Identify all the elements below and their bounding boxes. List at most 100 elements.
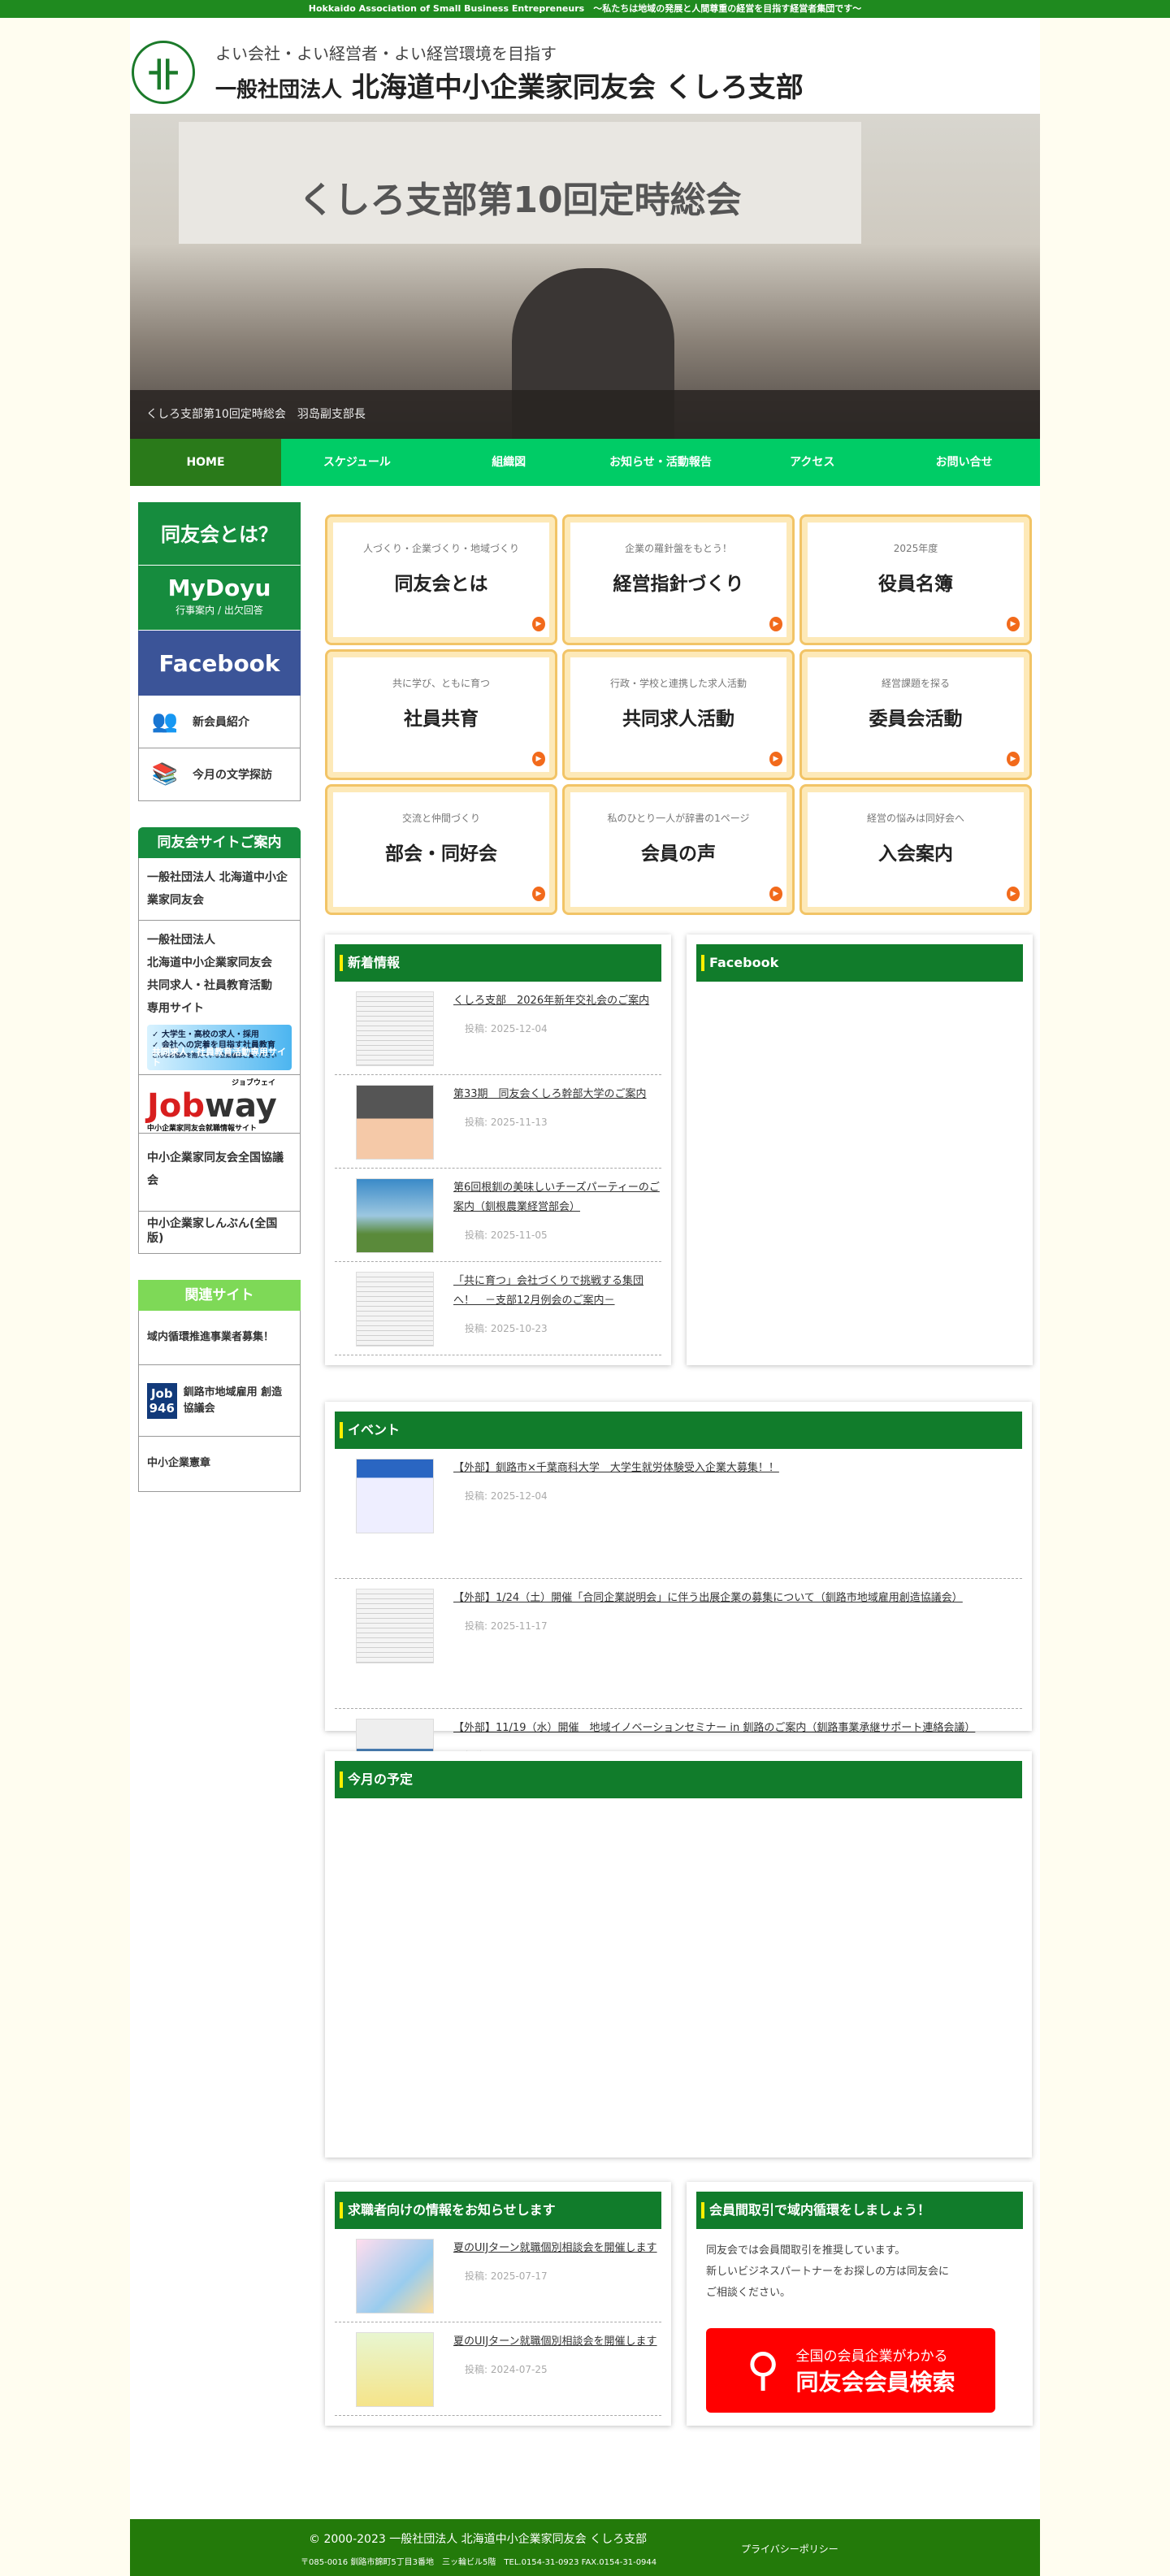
nav-news[interactable]: お知らせ・活動報告 (585, 439, 737, 486)
top-tagline-bar: Hokkaido Association of Small Business E… (0, 0, 1170, 18)
nav-home[interactable]: HOME (130, 439, 281, 486)
card-title: 入会案内 (878, 843, 953, 865)
footer-copyright: © 2000-2023 一般社団法人 北海道中小企業家同友会 くしろ支部 (309, 2533, 648, 2546)
list-item: くしろ支部 2026年新年交礼会のご案内投稿: 2025-12-04 (335, 982, 661, 1075)
hero-caption: くしろ支部第10回定時総会 羽岛副支部長 (130, 390, 1040, 439)
card-title: 役員名簿 (878, 574, 953, 595)
post-link[interactable]: 【外部】釧路市×千葉商科大学 大学生就労体験受入企業大募集！！ (453, 1462, 779, 1474)
feature-card[interactable]: 企業の羅針盤をもとう！ 経営指針づくり ▶ (562, 514, 795, 645)
banner-title: 共同求人・社員教育活動専用サイト (152, 1047, 286, 1068)
feature-card[interactable]: 共に学び、ともに育つ 社員共育 ▶ (325, 649, 557, 780)
site-title[interactable]: 一般社団法人 北海道中小企業家同友会 くしろ支部 (215, 65, 804, 105)
sidebar-about-button[interactable]: 同友会とは？ (138, 502, 301, 566)
feature-card[interactable]: 2025年度 役員名簿 ▶ (800, 514, 1032, 645)
list-item: 第6回根釧の美味しいチーズパーティーのご案内（釧根農業経営部会） 投稿: 2025… (335, 1169, 661, 1262)
post-link[interactable]: 夏のUIJターン就職個別相談会を開催します (453, 2242, 657, 2254)
list-item: 【外部】釧路市×千葉商科大学 大学生就労体験受入企業大募集！！ 投稿: 2025-… (335, 1449, 1022, 1579)
related-link-job946[interactable]: Job 946 釧路市地域雇用 創造協議会 (138, 1365, 301, 1437)
hero-banner-text: くしろ支部第10回定時総会 (179, 122, 861, 244)
list-item: 夏のUIJターン就職個別相談会を開催します 投稿: 2024-07-25 (335, 2322, 661, 2416)
post-link[interactable]: 第6回根釧の美味しいチーズパーティーのご案内（釧根農業経営部会） (453, 1182, 660, 1213)
list-item: 【外部】1/24（土）開催「合同企業説明会」に伴う出展企業の募集について（釧路市… (335, 1579, 1022, 1709)
post-thumbnail[interactable] (356, 1589, 434, 1663)
site-header: 卝 よい会社・よい経営者・よい経営環境を目指す 一般社団法人 北海道中小企業家同… (130, 18, 1040, 114)
hero-slider[interactable]: くしろ支部第10回定時総会 くしろ支部第10回定時総会 羽岛副支部長 (130, 114, 1040, 439)
sidebar-literature[interactable]: 📚 今月の文学探訪 (138, 748, 301, 801)
post-link[interactable]: 第33期 同友会くしろ幹部大学のご案内 (453, 1088, 647, 1100)
member-search-label: 同友会会員検索 (795, 2368, 956, 2396)
card-title: 部会・同好会 (385, 843, 497, 865)
feature-card[interactable]: 経営の悩みは同好会へ 入会案内 ▶ (800, 784, 1032, 915)
facebook-panel: Facebook (687, 935, 1033, 1365)
nav-schedule[interactable]: スケジュール (281, 439, 433, 486)
list-item: 第33期 同友会くしろ幹部大学のご案内 投稿: 2025-11-13 (335, 1075, 661, 1169)
card-subtitle: 経営の悩みは同好会へ (866, 813, 964, 824)
post-link[interactable]: 【外部】11/19（水）開催 地域イノベーションセミナー in 釧路のご案内（釧… (453, 1722, 975, 1734)
arrow-right-icon: ▶ (532, 887, 545, 901)
site-link-newspaper[interactable]: 中小企業家しんぶん(全国版) (138, 1212, 301, 1254)
arrow-right-icon: ▶ (1007, 617, 1020, 631)
trade-text: 同友会では会員間取引を推奨しています。 (706, 2244, 906, 2257)
site-link-hokkaido[interactable]: 一般社団法人 北海道中小企業家同友会 (138, 858, 301, 921)
site-link-national[interactable]: 中小企業家同友会全国協議会 (138, 1134, 301, 1212)
new-members-label: 新会員紹介 (193, 716, 249, 729)
jobway-logo: ジョブウェイ Jobway 中小企業家同友会就職情報サイト (147, 1078, 292, 1134)
sidebar-facebook-button[interactable]: Facebook (138, 631, 301, 696)
member-search-button[interactable]: ⚲ 全国の会員企業がわかる 同友会会員検索 (706, 2328, 995, 2413)
logo-icon[interactable]: 卝 (132, 41, 195, 104)
nav-contact[interactable]: お問い合せ (888, 439, 1040, 486)
sidebar-mydoyu-button[interactable]: MyDoyu 行事案内 / 出欠回答 (138, 566, 301, 631)
recruit-banner[interactable]: ✓ 大学生・高校の求人・採用 ✓ 会社への定着を目指す社員教育 こんなお悩みを抱えて… (147, 1025, 292, 1070)
jobway-way: way (205, 1087, 277, 1125)
post-thumbnail[interactable] (356, 991, 434, 1066)
post-thumbnail[interactable] (356, 2239, 434, 2314)
post-thumbnail[interactable] (356, 1178, 434, 1253)
card-subtitle: 経営課題を探る (881, 678, 950, 689)
post-link[interactable]: 【外部】1/24（土）開催「合同企業説明会」に伴う出展企業の募集について（釧路市… (453, 1592, 963, 1604)
events-panel: イベント 【外部】釧路市×千葉商科大学 大学生就労体験受入企業大募集！！ 投稿: … (325, 1402, 1032, 1839)
post-link[interactable]: 夏のUIJターン就職個別相談会を開催します (453, 2335, 657, 2348)
nav-org-chart[interactable]: 組織図 (433, 439, 585, 486)
list-item: 「繋ごう！次の10年へ」－第40回全道経 (335, 1355, 661, 1364)
feature-card[interactable]: 行政・学校と連携した求人活動 共同求人活動 ▶ (562, 649, 795, 780)
news-list[interactable]: くしろ支部 2026年新年交礼会のご案内 投稿: 2025-12-04 第33期 同… (335, 982, 661, 1364)
post-link[interactable]: 「共に育つ」会社づくりで挑戦する集団へ！ －支部12月例会のご案内－ (453, 1275, 644, 1307)
site-link-recruit[interactable]: 一般社団法人 北海道中小企業家同友会 共同求人・社員教育活動 専用サイト ✓ 大… (138, 921, 301, 1075)
feature-cards: 人づくり・企業づくり・地域づくり 同友会とは ▶ 企業の羅針盤をもとう！ 経営指針づくり… (325, 514, 1032, 915)
site-title-name: 北海道中小企業家同友会 くしろ支部 (351, 72, 804, 104)
post-thumbnail[interactable] (356, 1459, 434, 1533)
jobs-list: 夏のUIJターン就職個別相談会を開催します 投稿: 2025-07-17 夏のUIJ… (335, 2229, 661, 2416)
card-title: 委員会活動 (869, 709, 963, 730)
feature-card[interactable]: 経営課題を探る 委員会活動 ▶ (800, 649, 1032, 780)
arrow-right-icon: ▶ (532, 617, 545, 631)
related-link-circulation[interactable]: 域内循環推進事業者募集！ (138, 1311, 301, 1365)
card-title: 共同求人活動 (622, 709, 734, 730)
nav-access[interactable]: アクセス (736, 439, 888, 486)
post-thumbnail[interactable] (356, 2332, 434, 2407)
trade-text: ご相談ください。 (706, 2287, 791, 2299)
privacy-policy-link[interactable]: プライバシーポリシー (741, 2542, 838, 2556)
post-link[interactable]: くしろ支部 2026年新年交礼会のご案内 (453, 995, 649, 1007)
banner-line: ✓ 大学生・高校の求人・採用 (152, 1030, 259, 1039)
people-icon: 👥 (151, 709, 179, 734)
arrow-right-icon: ▶ (769, 617, 782, 631)
mydoyu-sublabel: 行事案内 / 出欠回答 (176, 605, 263, 616)
post-date: 投稿: 2025-12-04 (465, 1023, 548, 1034)
jobway-sub: 中小企業家同友会就職情報サイト (147, 1125, 258, 1133)
schedule-heading: 今月の予定 (335, 1761, 1022, 1798)
card-title: 同友会とは (394, 574, 488, 595)
news-panel: 新着情報 くしろ支部 2026年新年交礼会のご案内 投稿: 2025-12-04 第… (325, 935, 671, 1365)
sidebar-new-members[interactable]: 👥 新会員紹介 (138, 696, 301, 748)
events-heading: イベント (335, 1412, 1022, 1449)
related-link-charter[interactable]: 中小企業憲章 (138, 1437, 301, 1492)
jobs-panel: 求職者向けの情報をお知らせします 夏のUIJターン就職個別相談会を開催します 投稿… (325, 2182, 671, 2426)
site-link-jobway[interactable]: ジョブウェイ Jobway 中小企業家同友会就職情報サイト (138, 1075, 301, 1134)
post-thumbnail[interactable] (356, 1085, 434, 1160)
feature-card[interactable]: 交流と仲間づくり 部会・同好会 ▶ (325, 784, 557, 915)
feature-card[interactable]: 私のひとり一人が辞書の1ページ 会員の声 ▶ (562, 784, 795, 915)
main-content: 人づくり・企業づくり・地域づくり 同友会とは ▶ 企業の羅針盤をもとう！ 経営指針づくり… (325, 514, 1032, 915)
literature-label: 今月の文学探訪 (193, 769, 272, 782)
post-thumbnail[interactable] (356, 1272, 434, 1347)
job946-logo: Job 946 (147, 1382, 177, 1419)
feature-card[interactable]: 人づくり・企業づくり・地域づくり 同友会とは ▶ (325, 514, 557, 645)
